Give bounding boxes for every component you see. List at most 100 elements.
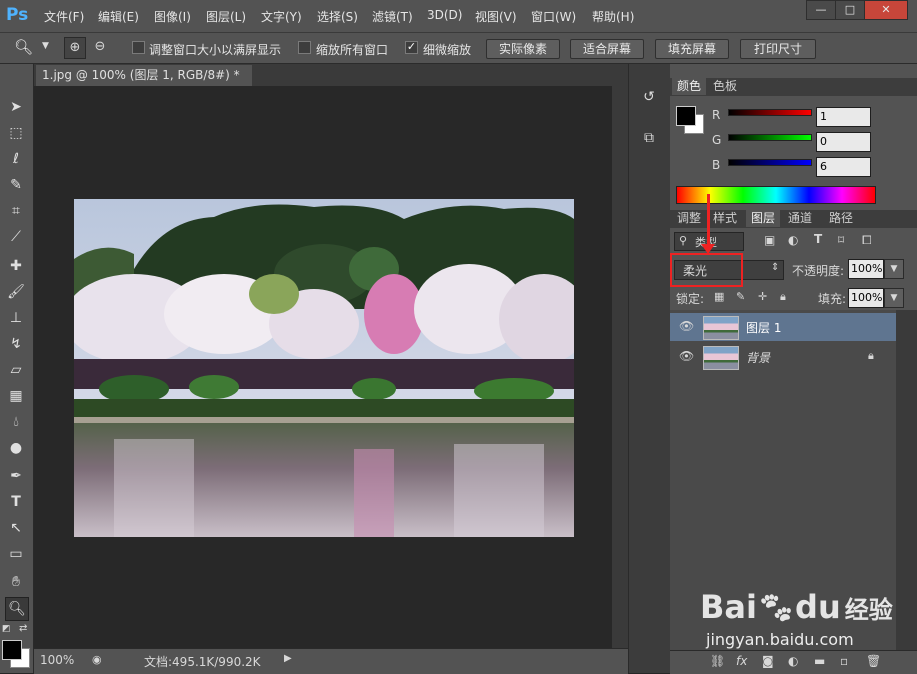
history-panel-icon[interactable]: ↺ bbox=[638, 89, 660, 111]
dodge-tool-icon[interactable]: ● bbox=[5, 437, 27, 459]
move-tool-icon[interactable]: ➤ bbox=[5, 96, 27, 118]
scrubby-zoom-checkbox[interactable]: ✓ bbox=[405, 41, 418, 54]
gradient-tool-icon[interactable]: ▦ bbox=[5, 385, 27, 407]
green-value[interactable]: 0 bbox=[816, 132, 871, 152]
tab-paths[interactable]: 路径 bbox=[824, 210, 858, 227]
zoom-out-icon[interactable]: ⊖ bbox=[90, 37, 110, 57]
menu-select[interactable]: 选择(S) bbox=[317, 8, 358, 25]
marquee-tool-icon[interactable]: ⬚ bbox=[5, 122, 27, 144]
adjustment-filter-icon[interactable]: ◐ bbox=[788, 233, 798, 247]
rectangle-tool-icon[interactable]: ▭ bbox=[5, 543, 27, 565]
eye-icon[interactable]: 👁︎ bbox=[679, 349, 694, 363]
layer-row-background[interactable]: 👁︎ 背景 🔒︎ bbox=[670, 343, 896, 371]
fit-screen-button[interactable]: 适合屏幕 bbox=[570, 39, 644, 59]
menu-type[interactable]: 文字(Y) bbox=[261, 8, 302, 25]
path-select-tool-icon[interactable]: ↖ bbox=[5, 517, 27, 539]
document-image[interactable] bbox=[74, 199, 574, 537]
layer-name[interactable]: 背景 bbox=[746, 349, 770, 366]
menu-help[interactable]: 帮助(H) bbox=[592, 8, 634, 25]
tab-color[interactable]: 颜色 bbox=[672, 78, 707, 95]
shape-filter-icon[interactable]: ⌑ bbox=[838, 233, 844, 247]
red-slider[interactable] bbox=[728, 109, 812, 116]
history-brush-tool-icon[interactable]: ↯ bbox=[5, 333, 27, 355]
zoom-level[interactable]: 100% bbox=[40, 653, 74, 667]
lock-transparent-icon[interactable]: ▦ bbox=[714, 290, 724, 303]
menu-file[interactable]: 文件(F) bbox=[44, 8, 84, 25]
healing-brush-tool-icon[interactable]: ✚ bbox=[5, 255, 27, 277]
quick-select-tool-icon[interactable]: ✎ bbox=[5, 174, 27, 196]
eyedropper-tool-icon[interactable]: ⟋ bbox=[5, 226, 27, 248]
actual-pixels-button[interactable]: 实际像素 bbox=[486, 39, 560, 59]
eye-icon[interactable]: 👁︎ bbox=[679, 319, 694, 333]
scrubby-zoom-label: 细微缩放 bbox=[423, 43, 472, 57]
smart-object-filter-icon[interactable]: ⧠ bbox=[862, 233, 872, 248]
menu-image[interactable]: 图像(I) bbox=[154, 8, 191, 25]
crop-tool-icon[interactable]: ⌗ bbox=[5, 200, 27, 222]
new-layer-icon[interactable]: ▫ bbox=[840, 654, 848, 668]
actions-panel-icon[interactable]: ⧉ bbox=[638, 130, 660, 152]
tab-adjustments[interactable]: 调整 bbox=[672, 210, 706, 227]
chevron-down-icon[interactable]: ▼ bbox=[42, 41, 49, 51]
mask-icon[interactable]: ◙ bbox=[762, 654, 774, 668]
print-size-button[interactable]: 打印尺寸 bbox=[740, 39, 816, 59]
minimize-button[interactable]: — bbox=[806, 0, 836, 20]
opacity-input[interactable]: 100% bbox=[848, 259, 884, 279]
tab-swatches[interactable]: 色板 bbox=[708, 78, 742, 95]
menu-3d[interactable]: 3D(D) bbox=[427, 8, 462, 22]
group-folder-icon[interactable]: ▬ bbox=[814, 654, 825, 668]
menu-view[interactable]: 视图(V) bbox=[475, 8, 517, 25]
foreground-color-swatch[interactable] bbox=[2, 640, 22, 660]
default-colors-icon[interactable]: ◩ bbox=[2, 624, 11, 634]
zoom-tool-icon[interactable]: 🔍︎ bbox=[14, 38, 33, 56]
fill-dropdown-icon[interactable]: ▼ bbox=[884, 288, 904, 308]
type-tool-icon[interactable]: T bbox=[5, 491, 27, 513]
lock-pixels-icon[interactable]: ✎ bbox=[736, 290, 745, 303]
maximize-button[interactable]: □ bbox=[835, 0, 865, 20]
zoom-in-icon[interactable]: ⊕ bbox=[64, 37, 86, 59]
vertical-scrollbar[interactable] bbox=[612, 86, 628, 648]
type-filter-icon[interactable]: T bbox=[814, 232, 822, 246]
foreground-color-chip[interactable] bbox=[676, 106, 696, 126]
stamp-tool-icon[interactable]: ⊥ bbox=[5, 307, 27, 329]
menu-edit[interactable]: 编辑(E) bbox=[98, 8, 139, 25]
color-spectrum-ramp[interactable] bbox=[676, 186, 876, 204]
menu-window[interactable]: 窗口(W) bbox=[531, 8, 576, 25]
lock-position-icon[interactable]: ✛ bbox=[758, 290, 767, 303]
hand-tool-icon[interactable]: ✋︎ bbox=[5, 571, 27, 593]
close-button[interactable]: ✕ bbox=[864, 0, 908, 20]
fill-input[interactable]: 100% bbox=[848, 288, 884, 308]
tab-channels[interactable]: 通道 bbox=[783, 210, 817, 227]
blue-slider[interactable] bbox=[728, 159, 812, 166]
lasso-tool-icon[interactable]: ℓ bbox=[5, 148, 27, 170]
pen-tool-icon[interactable]: ✒ bbox=[5, 465, 27, 487]
link-layers-icon[interactable]: ⛓︎ bbox=[710, 654, 725, 668]
layer-row-layer1[interactable]: 👁︎ 图层 1 bbox=[670, 313, 896, 341]
swap-colors-icon[interactable]: ⇄ bbox=[19, 623, 27, 634]
menu-filter[interactable]: 滤镜(T) bbox=[372, 8, 413, 25]
zoom-all-checkbox[interactable] bbox=[298, 41, 311, 54]
zoom-tool-icon[interactable]: 🔍︎ bbox=[5, 597, 29, 621]
tab-layers[interactable]: 图层 bbox=[746, 210, 781, 227]
layer-name[interactable]: 图层 1 bbox=[746, 319, 781, 336]
adjustment-layer-icon[interactable]: ◐ bbox=[788, 654, 798, 668]
fx-icon[interactable]: fx bbox=[736, 654, 747, 668]
red-value[interactable]: 1 bbox=[816, 107, 871, 127]
eraser-tool-icon[interactable]: ▱ bbox=[5, 359, 27, 381]
status-icon[interactable]: ◉ bbox=[92, 653, 102, 666]
brush-tool-icon[interactable]: 🖌︎ bbox=[5, 281, 27, 303]
image-filter-icon[interactable]: ▣ bbox=[764, 233, 775, 247]
tab-styles[interactable]: 样式 bbox=[708, 210, 742, 227]
fill-screen-button[interactable]: 填充屏幕 bbox=[655, 39, 729, 59]
green-slider[interactable] bbox=[728, 134, 812, 141]
status-menu-arrow-icon[interactable]: ▶ bbox=[284, 653, 292, 664]
menu-layer[interactable]: 图层(L) bbox=[206, 8, 246, 25]
blur-tool-icon[interactable]: 💧︎ bbox=[5, 411, 27, 433]
opacity-dropdown-icon[interactable]: ▼ bbox=[884, 259, 904, 279]
document-tab[interactable]: 1.jpg @ 100% (图层 1, RGB/8#) * × bbox=[36, 65, 252, 103]
document-tabs: 1.jpg @ 100% (图层 1, RGB/8#) * × bbox=[34, 64, 628, 103]
resize-windows-checkbox[interactable] bbox=[132, 41, 145, 54]
lock-all-icon[interactable]: 🔒︎ bbox=[780, 290, 786, 304]
trash-icon[interactable]: 🗑︎ bbox=[866, 654, 881, 668]
blue-value[interactable]: 6 bbox=[816, 157, 871, 177]
layers-scrollbar[interactable] bbox=[896, 310, 917, 650]
